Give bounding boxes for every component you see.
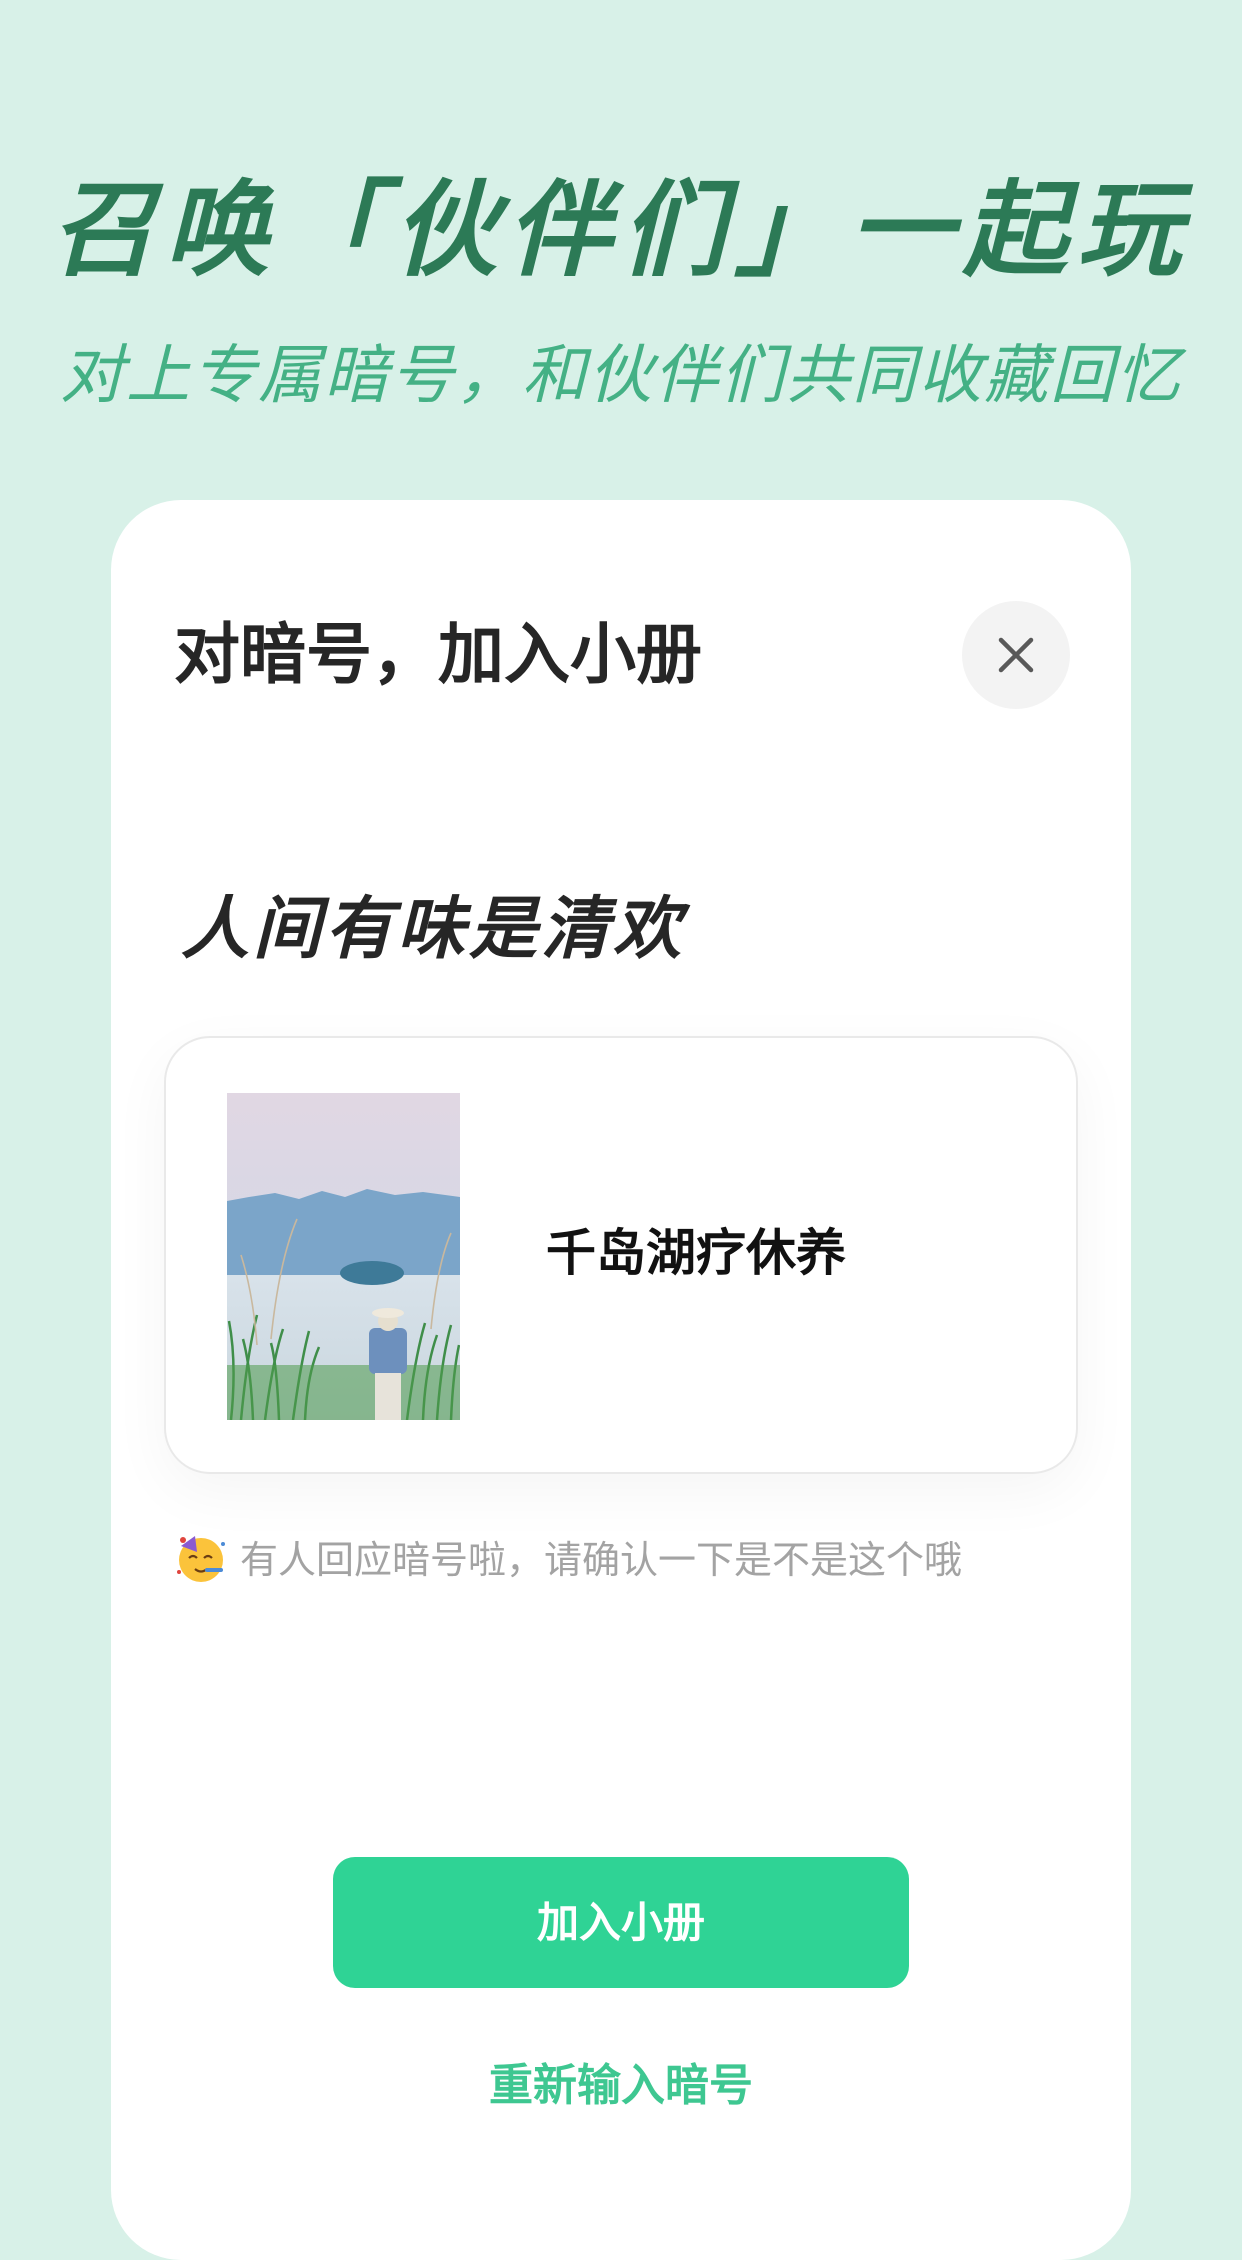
booklet-result-card[interactable]: 千岛湖疗休养	[164, 1036, 1078, 1474]
hint-text: 有人回应暗号啦，请确认一下是不是这个哦	[240, 1538, 963, 1582]
close-icon	[998, 637, 1034, 673]
promo-subtitle: 对上专属暗号，和伙伴们共同收藏回忆	[60, 339, 1182, 413]
booklet-cover-image	[227, 1093, 460, 1420]
join-booklet-button[interactable]: 加入小册	[333, 1857, 909, 1988]
booklet-title: 千岛湖疗休养	[546, 1224, 846, 1282]
close-button[interactable]	[962, 601, 1070, 709]
reenter-code-button[interactable]: 重新输入暗号	[371, 2046, 871, 2126]
partying-face-emoji-icon	[177, 1536, 225, 1582]
dialog-title: 对暗号，加入小册	[174, 616, 702, 693]
join-booklet-dialog: 对暗号，加入小册 人间有味是清欢 千岛湖疗休养 有人回应暗号啦，请确认一下是不是…	[111, 500, 1131, 2260]
promo-title: 召唤「伙伴们」一起玩	[50, 169, 1191, 291]
secret-code-text: 人间有味是清欢	[181, 890, 686, 969]
